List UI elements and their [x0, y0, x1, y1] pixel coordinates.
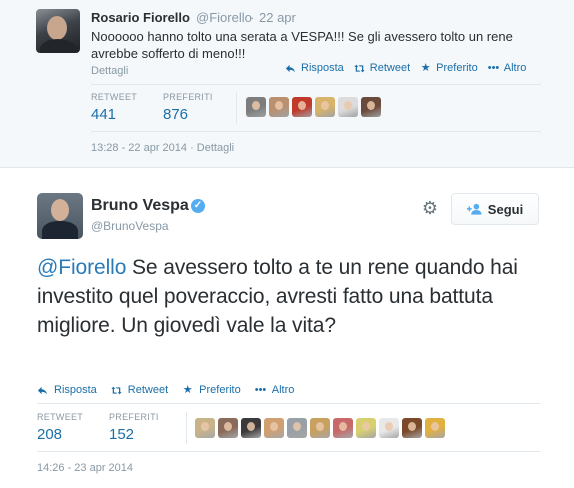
reply-label: Risposta: [54, 384, 97, 396]
more-icon: •••: [487, 61, 500, 74]
divider: [91, 84, 541, 85]
retweet-button[interactable]: Retweet: [354, 62, 410, 74]
tweet-time[interactable]: 22 apr: [259, 10, 296, 25]
favoriter-avatar[interactable]: [287, 418, 307, 438]
favoriter-avatar[interactable]: [338, 97, 358, 117]
details-link[interactable]: Dettagli: [91, 65, 128, 77]
favoriter-avatar[interactable]: [241, 418, 261, 438]
separator: ·: [250, 10, 255, 25]
favoriter-avatar[interactable]: [315, 97, 335, 117]
favoriters-list: [195, 418, 445, 438]
star-icon: ★: [182, 383, 193, 396]
gear-icon[interactable]: ⚙: [421, 199, 439, 217]
retweet-icon: [111, 386, 122, 394]
favoriter-avatar[interactable]: [218, 418, 238, 438]
retweet-stat-label: RETWEET: [91, 92, 138, 102]
reply-button[interactable]: Risposta: [37, 384, 97, 396]
retweet-stat-label: RETWEET: [37, 412, 84, 422]
reply-icon: [37, 386, 48, 395]
favoriter-avatar[interactable]: [195, 418, 215, 438]
retweet-count: 208: [37, 426, 63, 443]
favorite-label: Preferito: [199, 384, 241, 396]
retweet-button[interactable]: Retweet: [111, 384, 168, 396]
tweet-actions: Risposta Retweet ★ Preferito ••• Altro: [285, 62, 536, 74]
retweet-stat[interactable]: RETWEET 208: [37, 412, 83, 443]
favoriter-avatar[interactable]: [402, 418, 422, 438]
avatar[interactable]: [36, 9, 80, 53]
favorites-stat-label: PREFERITI: [163, 92, 213, 102]
favoriter-avatar[interactable]: [264, 418, 284, 438]
favoriter-avatar[interactable]: [310, 418, 330, 438]
reply-icon: [285, 64, 296, 73]
reply-label: Risposta: [301, 62, 344, 74]
verified-badge-icon: ✓: [191, 199, 205, 213]
author-name[interactable]: Bruno Vespa: [91, 197, 189, 215]
favoriter-avatar[interactable]: [292, 97, 312, 117]
divider: [91, 131, 541, 132]
follow-button[interactable]: Segui: [451, 193, 539, 225]
divider: [37, 451, 540, 452]
stats-separator: [236, 92, 237, 124]
more-icon: •••: [254, 383, 267, 396]
favoriter-avatar[interactable]: [333, 418, 353, 438]
retweet-label: Retweet: [127, 384, 169, 396]
more-button[interactable]: ••• Altro: [255, 384, 295, 396]
retweet-stat[interactable]: RETWEET 441: [91, 92, 137, 123]
favoriter-avatar[interactable]: [361, 97, 381, 117]
retweet-label: Retweet: [369, 62, 411, 74]
tweet-text: @Fiorello Se avessero tolto a te un rene…: [37, 253, 557, 340]
author-name[interactable]: Rosario Fiorello: [91, 10, 190, 25]
favoriter-avatar[interactable]: [379, 418, 399, 438]
favorite-button[interactable]: ★ Preferito: [182, 384, 241, 396]
stats-separator: [186, 412, 187, 444]
divider: [37, 403, 540, 404]
favoriters-list: [246, 97, 381, 117]
favoriter-avatar[interactable]: [425, 418, 445, 438]
favorites-stat[interactable]: PREFERITI 152: [109, 412, 159, 443]
more-button[interactable]: ••• Altro: [488, 62, 527, 74]
tweet-timestamp[interactable]: 13:28 - 22 apr 2014 · Dettagli: [91, 142, 234, 154]
favorites-stat-label: PREFERITI: [109, 412, 159, 422]
favorites-stat[interactable]: PREFERITI 876: [163, 92, 213, 123]
more-label: Altro: [503, 62, 527, 74]
favoriter-avatar[interactable]: [246, 97, 266, 117]
retweet-icon: [354, 64, 365, 72]
reply-button[interactable]: Risposta: [285, 62, 344, 74]
favoriter-avatar[interactable]: [356, 418, 376, 438]
parent-tweet: Rosario Fiorello @Fiorello · 22 apr Nooo…: [0, 0, 574, 168]
author-handle[interactable]: @Fiorello: [196, 10, 252, 25]
tweet-timestamp[interactable]: 14:26 - 23 apr 2014: [37, 462, 133, 474]
tweet-actions: Risposta Retweet ★ Preferito ••• Altro: [37, 384, 308, 396]
star-icon: ★: [420, 61, 431, 74]
favorites-count: 152: [109, 426, 135, 443]
retweet-count: 441: [91, 106, 117, 123]
favorites-count: 876: [163, 106, 189, 123]
favoriter-avatar[interactable]: [269, 97, 289, 117]
more-label: Altro: [271, 384, 295, 396]
avatar[interactable]: [37, 193, 83, 239]
follow-label: Segui: [487, 201, 524, 217]
favorite-button[interactable]: ★ Preferito: [420, 62, 478, 74]
tweet-text: Noooooo hanno tolto una serata a VESPA!!…: [91, 29, 513, 61]
author-handle[interactable]: @BrunoVespa: [91, 219, 169, 233]
add-user-icon: [466, 203, 482, 215]
favorite-label: Preferito: [436, 62, 478, 74]
mention-link[interactable]: @Fiorello: [37, 256, 126, 279]
